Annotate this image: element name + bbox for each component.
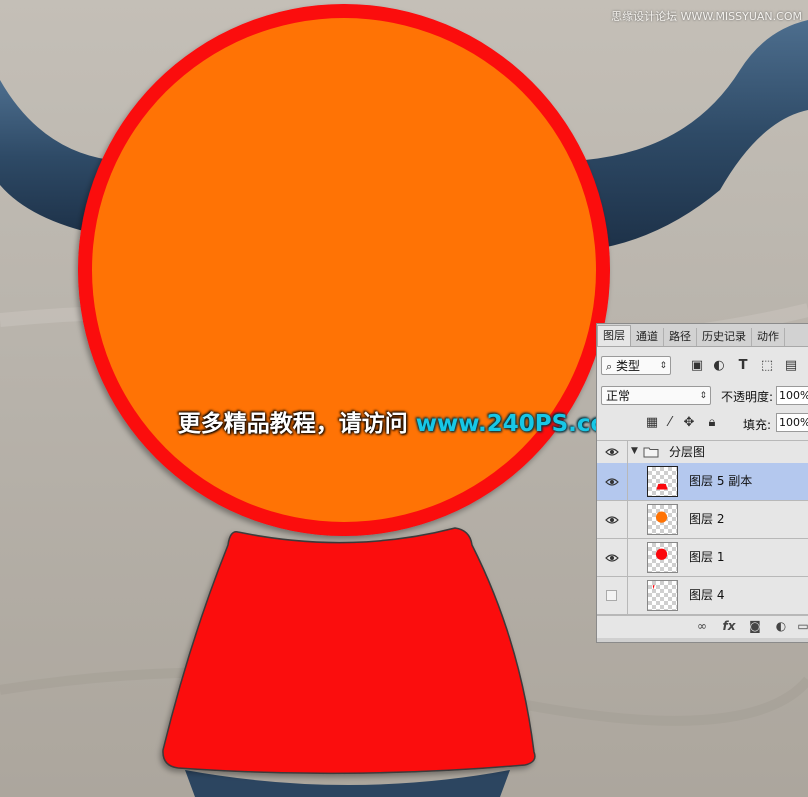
blend-row: 正常 ⇕ 不透明度: 100% bbox=[597, 386, 808, 406]
eye-icon[interactable] bbox=[605, 514, 619, 526]
lock-fill-row: ▦ ⁄ ✥ 🔒︎ 填充: 100% bbox=[597, 413, 808, 433]
layer-name: 图层 4 bbox=[689, 588, 725, 602]
layer-thumbnail bbox=[647, 504, 678, 535]
orange-circle[interactable] bbox=[92, 18, 596, 522]
visibility-column bbox=[597, 441, 628, 463]
layer-thumbnail bbox=[647, 580, 678, 611]
move-icon[interactable]: ✥ bbox=[680, 413, 698, 433]
layer-name: 图层 1 bbox=[689, 550, 725, 564]
smart-object-filter-icon[interactable]: ▤ bbox=[782, 356, 800, 376]
filter-kind-value: 类型 bbox=[616, 359, 641, 373]
blend-mode-select[interactable]: 正常 ⇕ bbox=[601, 386, 711, 405]
tab-layers[interactable]: 图层 bbox=[597, 325, 631, 346]
red-trapezoid-thumb bbox=[656, 483, 668, 490]
tab-paths[interactable]: 路径 bbox=[664, 328, 697, 346]
layer-name: 图层 5 副本 bbox=[689, 474, 753, 488]
tab-channels[interactable]: 通道 bbox=[631, 328, 664, 346]
orange-dot-thumb bbox=[655, 511, 668, 523]
red-mark-thumb bbox=[652, 584, 655, 590]
layer-row[interactable]: 图层 1 bbox=[597, 539, 808, 577]
visibility-column bbox=[597, 501, 628, 538]
layers-panel: 图层 通道 路径 历史记录 动作 ⌕ 类型 ⇕ ▣ ◐ T ⬚ ▤ 正常 ⇕ 不… bbox=[596, 323, 808, 643]
eye-icon[interactable] bbox=[605, 446, 619, 458]
eye-icon[interactable] bbox=[605, 476, 619, 488]
brush-icon[interactable]: ⁄ bbox=[661, 413, 679, 433]
group-name: 分层图 bbox=[669, 445, 706, 459]
tab-history[interactable]: 历史记录 bbox=[697, 328, 752, 346]
opacity-label: 不透明度: bbox=[721, 390, 774, 404]
panel-resize-grip[interactable] bbox=[597, 638, 808, 642]
updown-arrow-icon: ⇕ bbox=[699, 391, 707, 401]
fx-icon[interactable]: fx bbox=[721, 619, 737, 633]
shape-filter-icon[interactable]: ⬚ bbox=[758, 356, 776, 376]
eye-icon[interactable] bbox=[605, 552, 619, 564]
link-icon[interactable]: ∞ bbox=[694, 619, 710, 633]
panel-footer: ∞ fx ◙ ◐ ▭ bbox=[597, 615, 808, 638]
visibility-off-toggle[interactable] bbox=[606, 589, 617, 601]
fill-label: 填充: bbox=[743, 418, 772, 432]
search-icon: ⌕ bbox=[606, 360, 613, 373]
fill-input[interactable]: 100% bbox=[776, 413, 808, 432]
visibility-column bbox=[597, 539, 628, 576]
panel-tabs: 图层 通道 路径 历史记录 动作 bbox=[597, 324, 808, 347]
folder-icon bbox=[643, 447, 659, 458]
lock-icon[interactable]: 🔒︎ bbox=[703, 413, 721, 433]
lock-transparent-icon[interactable]: ▦ bbox=[643, 413, 661, 433]
updown-arrow-icon: ⇕ bbox=[659, 361, 667, 371]
layer-group-row[interactable]: ▼ 分层图 bbox=[597, 440, 808, 464]
promo-text: 更多精品教程，请访问 bbox=[177, 411, 408, 437]
filter-row: ⌕ 类型 ⇕ ▣ ◐ T ⬚ ▤ bbox=[597, 356, 808, 376]
layer-thumbnail bbox=[647, 466, 678, 497]
red-dot-thumb bbox=[655, 548, 668, 560]
layer-row[interactable]: 图层 4 bbox=[597, 577, 808, 615]
chevron-down-icon[interactable]: ▼ bbox=[631, 446, 638, 456]
adjustment-icon[interactable]: ◐ bbox=[773, 619, 789, 633]
watermark: 思缘设计论坛 WWW.MISSYUAN.COM bbox=[611, 10, 802, 23]
filter-kind-select[interactable]: ⌕ 类型 ⇕ bbox=[601, 356, 671, 375]
layer-name: 图层 2 bbox=[689, 512, 725, 526]
visibility-column bbox=[597, 577, 628, 614]
opacity-input[interactable]: 100% bbox=[776, 386, 808, 405]
type-filter-icon[interactable]: T bbox=[734, 356, 752, 376]
layer-row[interactable]: 图层 5 副本 bbox=[597, 463, 808, 501]
layer-thumbnail bbox=[647, 542, 678, 573]
adjustment-filter-icon[interactable]: ◐ bbox=[710, 356, 728, 376]
visibility-column bbox=[597, 463, 628, 500]
image-filter-icon[interactable]: ▣ bbox=[688, 356, 706, 376]
layer-row[interactable]: 图层 2 bbox=[597, 501, 808, 539]
tab-actions[interactable]: 动作 bbox=[752, 328, 785, 346]
mask-icon[interactable]: ◙ bbox=[747, 619, 763, 633]
blend-mode-value: 正常 bbox=[606, 389, 631, 403]
group-icon[interactable]: ▭ bbox=[795, 619, 808, 633]
